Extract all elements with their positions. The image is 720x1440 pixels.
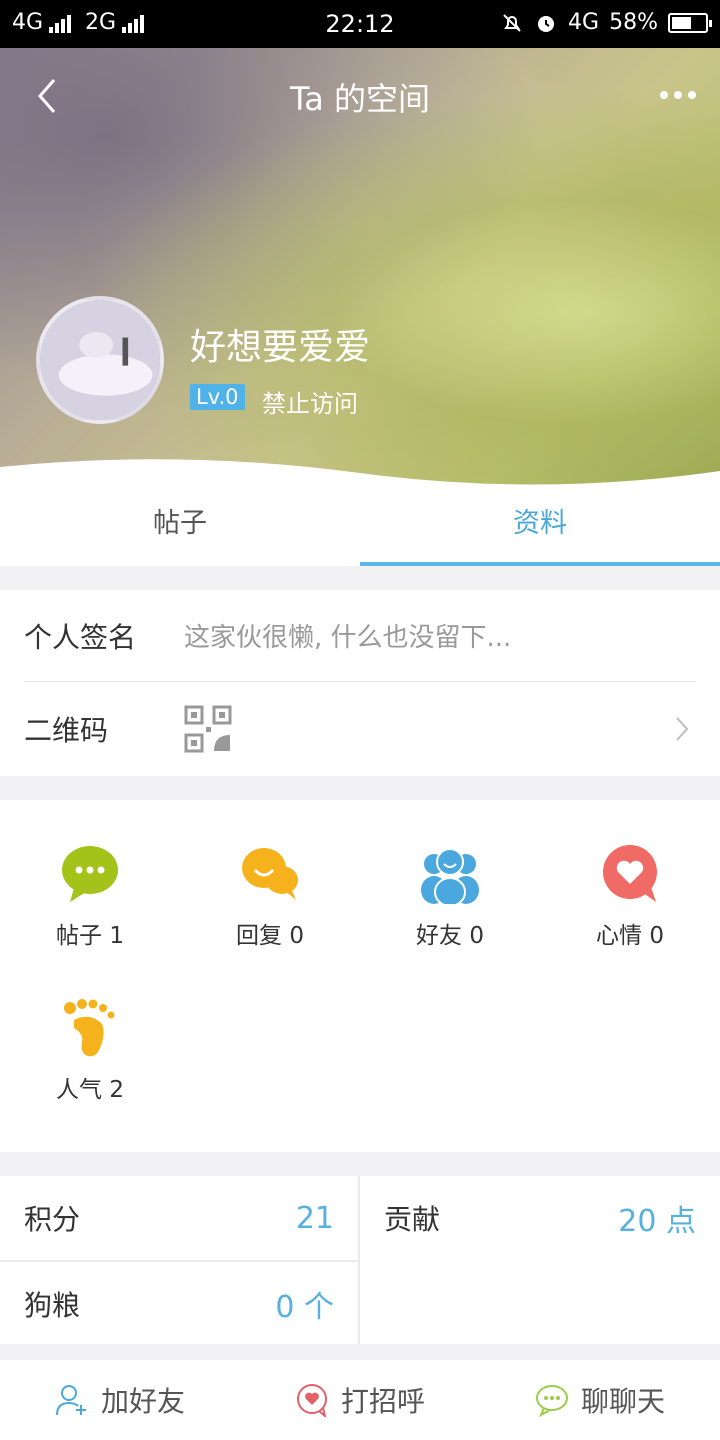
chat-button[interactable]: 聊聊天 (480, 1360, 720, 1440)
stat-friends[interactable]: 好友 0 (360, 844, 540, 950)
status-bar: 4G 2G 22:12 4G 58% (0, 0, 720, 48)
more-options-icon[interactable] (656, 88, 696, 102)
heart-bubble-icon (603, 845, 657, 902)
dogfood-value: 0 个 (275, 1290, 334, 1325)
chat-icon (535, 1385, 568, 1417)
add-friend-button[interactable]: 加好友 (0, 1360, 240, 1440)
contribution-label: 贡献 (384, 1203, 441, 1236)
heart-bubble-outline-icon (296, 1384, 327, 1417)
qrcode-label: 二维码 (24, 714, 109, 747)
avatar[interactable] (36, 296, 164, 424)
friends-icon (421, 848, 479, 904)
signature-value: 这家伙很懒, 什么也没留下... (184, 623, 512, 653)
footprint-icon (64, 999, 115, 1057)
stat-mood-label: 心情 0 (596, 923, 664, 949)
bell-muted-icon (503, 13, 521, 32)
add-user-icon (55, 1385, 86, 1416)
stat-replies-label: 回复 0 (236, 923, 304, 949)
signature-label: 个人签名 (24, 620, 137, 654)
page-title: Ta 的空间 (289, 80, 431, 118)
stat-posts-label: 帖子 1 (56, 923, 124, 949)
alarm-icon (538, 15, 555, 32)
profile-header: Ta 的空间 好想要爱爱 Lv.0 禁止访问 (0, 48, 720, 488)
points-label: 积分 (24, 1203, 81, 1236)
chat-bubble-icon (62, 846, 118, 902)
add-friend-label: 加好友 (100, 1385, 185, 1418)
bottom-action-bar: 加好友 打招呼 聊聊天 (0, 1360, 720, 1440)
reply-bubbles-icon (242, 848, 298, 900)
level-badge: Lv.0 (190, 384, 245, 410)
stats-grid: 帖子 1 回复 0 好友 0 心情 0 人气 2 (0, 800, 720, 1152)
tab-profile[interactable]: 资料 (360, 488, 720, 566)
qrcode-icon (184, 705, 232, 753)
user-name: 好想要爱爱 (190, 327, 371, 368)
scores-card: 积分 21 贡献 20 点 狗粮 0 个 (0, 1176, 720, 1344)
chat-label: 聊聊天 (580, 1385, 665, 1418)
stat-mood[interactable]: 心情 0 (540, 844, 720, 950)
score-dogfood: 狗粮 0 个 (24, 1262, 334, 1346)
score-contribution: 贡献 20 点 (384, 1176, 696, 1260)
battery-percent: 58% (609, 10, 658, 35)
stat-friends-label: 好友 0 (416, 923, 484, 949)
contribution-value: 20 点 (618, 1204, 696, 1239)
divider (358, 1176, 360, 1344)
greet-button[interactable]: 打招呼 (240, 1360, 480, 1440)
greet-label: 打招呼 (340, 1385, 425, 1418)
stat-popularity[interactable]: 人气 2 (0, 998, 180, 1104)
dogfood-label: 狗粮 (24, 1289, 81, 1322)
network-type-3: 4G (568, 10, 600, 35)
signature-row: 个人签名 这家伙很懒, 什么也没留下... (24, 590, 696, 682)
qrcode-row[interactable]: 二维码 (24, 683, 696, 775)
stat-replies[interactable]: 回复 0 (180, 844, 360, 950)
profile-tabs: 帖子 资料 (0, 488, 720, 566)
header-wave-divider (0, 459, 720, 488)
profile-info-card: 个人签名 这家伙很懒, 什么也没留下... 二维码 (0, 590, 720, 776)
chevron-right-icon (676, 717, 689, 741)
stat-popularity-label: 人气 2 (56, 1077, 124, 1103)
points-value: 21 (295, 1200, 334, 1236)
tab-posts[interactable]: 帖子 (0, 488, 360, 566)
score-points: 积分 21 (24, 1176, 334, 1260)
battery-icon (668, 12, 712, 33)
stat-posts[interactable]: 帖子 1 (0, 844, 180, 950)
access-status: 禁止访问 (262, 390, 358, 418)
